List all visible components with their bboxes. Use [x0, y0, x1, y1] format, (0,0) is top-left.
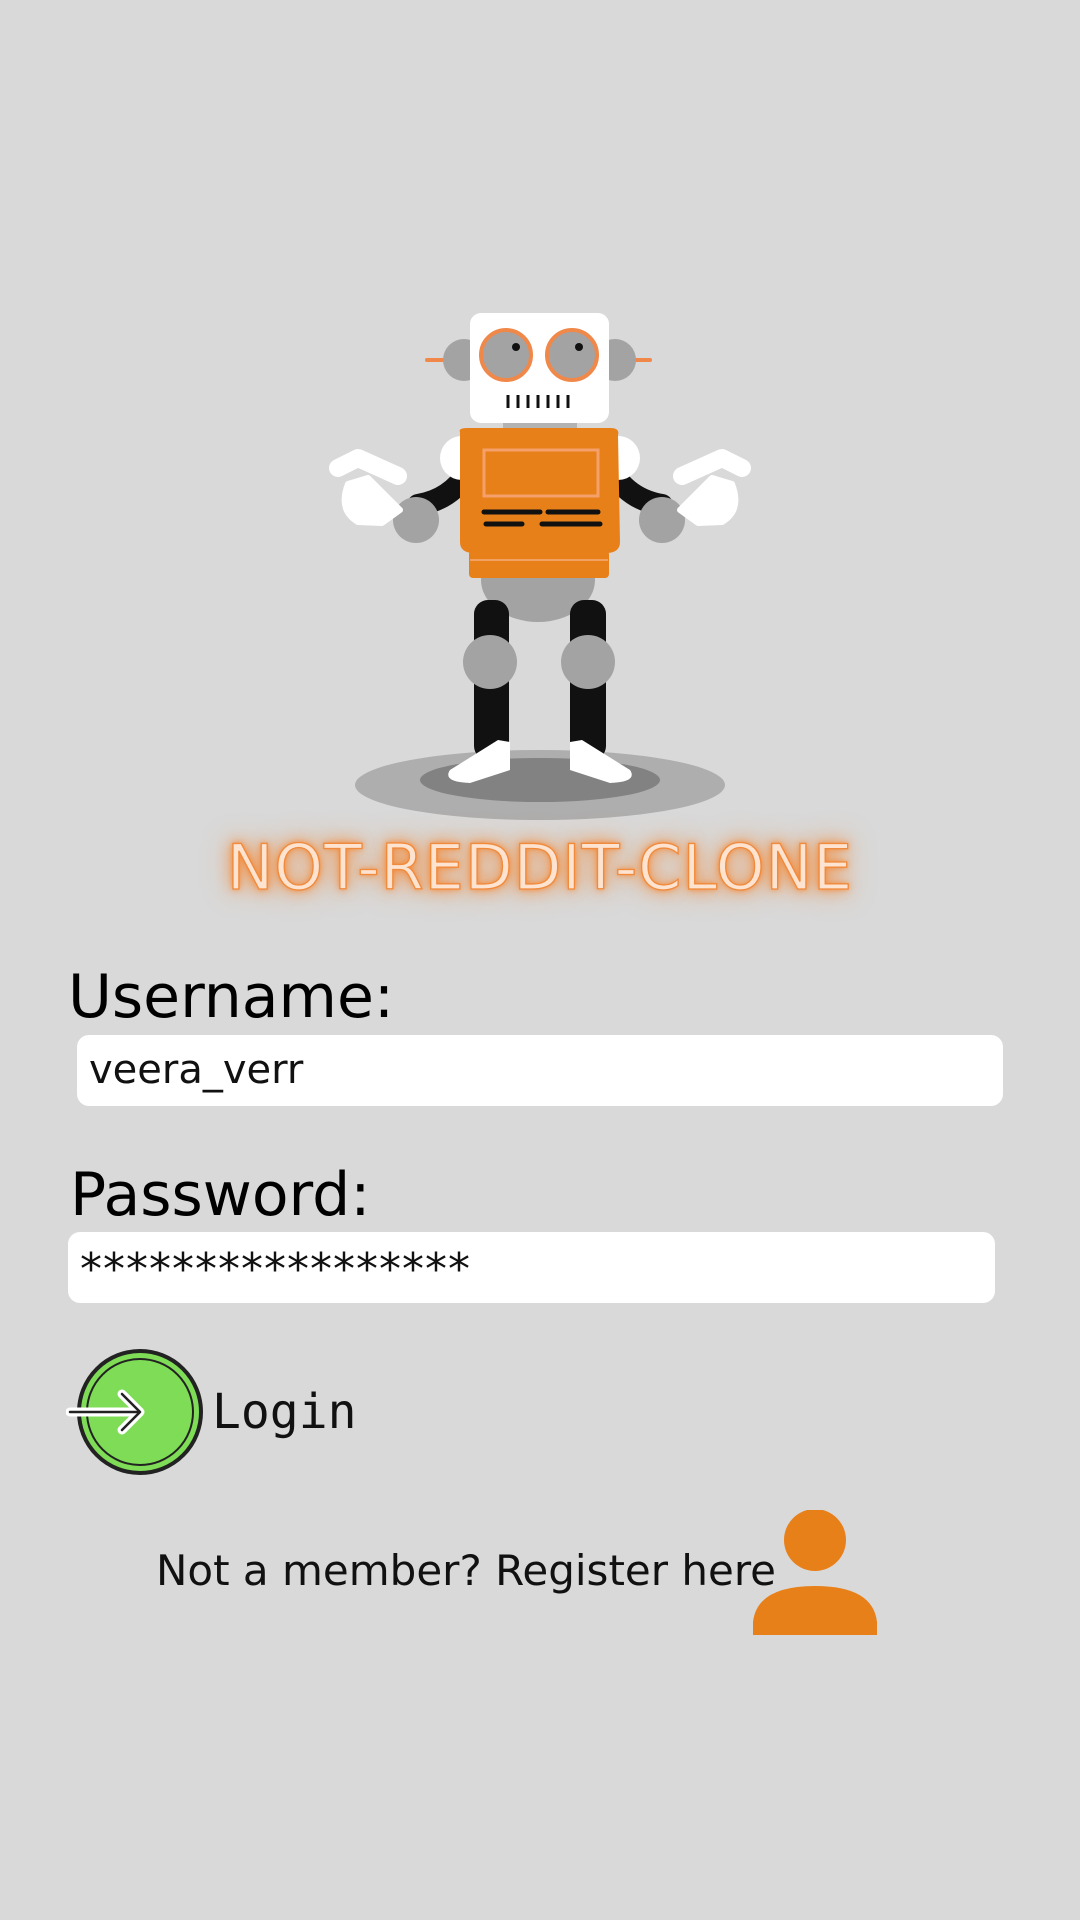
password-field[interactable]: ***************** [68, 1232, 995, 1303]
username-label: Username: [68, 962, 395, 1032]
robot-illustration [300, 300, 780, 830]
login-arrow-icon[interactable] [65, 1348, 206, 1478]
password-label: Password: [70, 1160, 371, 1230]
register-text[interactable]: Not a member? Register here [156, 1536, 776, 1606]
register-link[interactable]: Not a member? Register here [156, 1509, 877, 1635]
username-field[interactable]: veera_verr [77, 1035, 1003, 1106]
robot-icon [329, 313, 751, 820]
user-icon[interactable] [753, 1509, 880, 1635]
login-button[interactable]: Login [65, 1348, 376, 1478]
app-title: NOT-REDDIT-CLONE [226, 830, 854, 904]
login-label[interactable]: Login [212, 1380, 357, 1444]
